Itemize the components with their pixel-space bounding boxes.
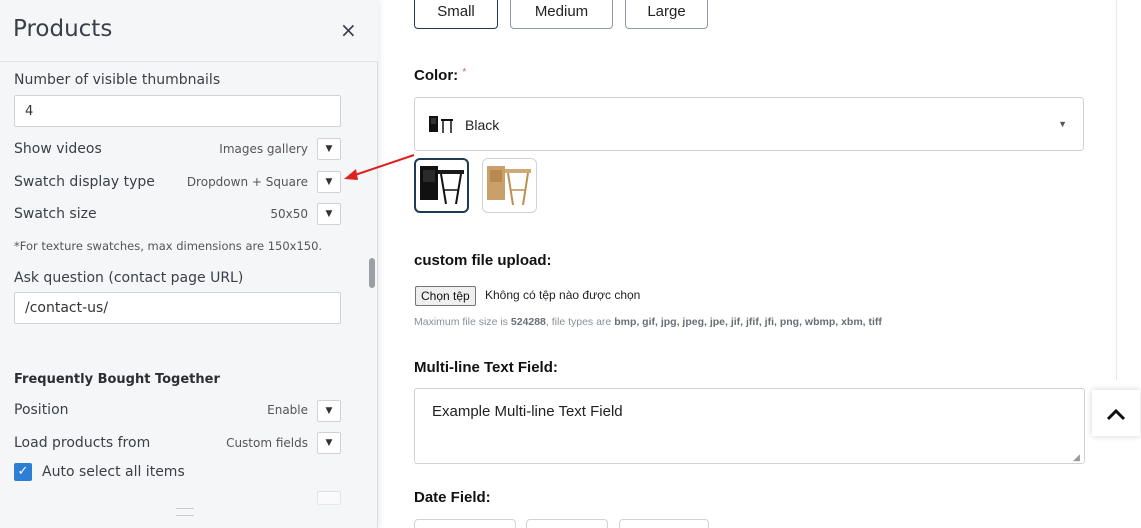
- close-icon[interactable]: ×: [340, 18, 357, 42]
- file-note-middle: , file types are: [545, 316, 615, 328]
- date-day-select[interactable]: [526, 519, 608, 528]
- date-field-label: Date Field:: [414, 489, 491, 506]
- size-option-small[interactable]: Small: [414, 0, 498, 29]
- swatch-type-dropdown[interactable]: ▼: [317, 171, 341, 193]
- color-select[interactable]: Black ▼: [414, 97, 1084, 151]
- position-dropdown[interactable]: ▼: [317, 400, 341, 422]
- ask-question-label: Ask question (contact page URL): [14, 270, 244, 286]
- swatch-size-value: 50x50: [270, 207, 308, 221]
- file-note-prefix: Maximum file size is: [414, 316, 511, 328]
- ask-question-input[interactable]: /contact-us/: [14, 292, 341, 324]
- file-types: bmp, gif, jpg, jpeg, jpe, jif, jfif, jfi…: [614, 316, 882, 328]
- swatch-natural[interactable]: [482, 158, 537, 213]
- color-label-text: Color:: [414, 67, 459, 84]
- date-year-select[interactable]: [619, 519, 709, 528]
- fbt-heading: Frequently Bought Together: [14, 372, 220, 387]
- file-status: Không có tệp nào được chọn: [485, 288, 641, 302]
- show-videos-value: Images gallery: [219, 142, 308, 156]
- swatch-type-label: Swatch display type: [14, 174, 155, 190]
- swatch-size-dropdown[interactable]: ▼: [317, 203, 341, 225]
- color-value: Black: [465, 117, 500, 133]
- drag-handle[interactable]: [176, 508, 194, 516]
- load-from-label: Load products from: [14, 435, 151, 451]
- swatch-note: *For texture swatches, max dimensions ar…: [14, 239, 323, 253]
- swatch-black[interactable]: [414, 158, 469, 213]
- chevron-up-icon: [1106, 409, 1126, 421]
- swatch-type-value: Dropdown + Square: [186, 175, 308, 189]
- auto-select-label: Auto select all items: [42, 464, 185, 480]
- required-mark: *: [462, 67, 467, 78]
- panel-header: Products ×: [0, 0, 378, 62]
- check-icon: ✓: [17, 464, 29, 479]
- chevron-down-icon: ▼: [325, 144, 333, 154]
- date-month-select[interactable]: [414, 519, 516, 528]
- chevron-down-icon: ▼: [325, 406, 333, 416]
- color-label: Color: *: [414, 67, 466, 84]
- chevron-down-icon: ▼: [325, 177, 333, 187]
- size-option-large[interactable]: Large: [625, 0, 708, 29]
- load-from-dropdown[interactable]: ▼: [317, 432, 341, 454]
- position-label: Position: [14, 402, 69, 418]
- thumbnails-input[interactable]: 4: [14, 95, 341, 127]
- scroll-top-button[interactable]: [1092, 390, 1140, 436]
- thumbnails-label: Number of visible thumbnails: [14, 72, 221, 88]
- chevron-down-icon: ▼: [325, 209, 333, 219]
- resize-grip-icon[interactable]: ◢: [1073, 452, 1080, 463]
- chevron-down-icon: ▼: [1058, 119, 1067, 129]
- natural-table-image: [487, 166, 531, 206]
- choose-file-button[interactable]: Chọn tệp: [415, 286, 476, 306]
- auto-select-checkbox[interactable]: ✓: [14, 463, 32, 481]
- black-table-image: [420, 166, 464, 205]
- show-videos-label: Show videos: [14, 141, 102, 157]
- panel-body: Number of visible thumbnails 4 Show vide…: [0, 63, 366, 523]
- load-from-value: Custom fields: [226, 436, 308, 450]
- content-divider: [1116, 0, 1117, 380]
- chevron-down-icon: ▼: [325, 438, 333, 448]
- black-swatch-thumbnail: [429, 116, 453, 133]
- file-max-size: 524288: [510, 316, 546, 328]
- file-upload-note: Maximum file size is 524288, file types …: [414, 316, 882, 328]
- size-option-medium[interactable]: Medium: [510, 0, 613, 29]
- position-value: Enable: [267, 403, 308, 417]
- multiline-textarea[interactable]: Example Multi-line Text Field: [414, 388, 1085, 464]
- swatch-size-label: Swatch size: [14, 206, 97, 222]
- panel-scrollbar-thumb[interactable]: [369, 258, 375, 288]
- multiline-label: Multi-line Text Field:: [414, 359, 558, 376]
- show-videos-dropdown[interactable]: ▼: [317, 138, 341, 160]
- panel-title: Products: [13, 16, 113, 42]
- file-upload-label: custom file upload:: [414, 252, 552, 269]
- settings-panel: Products × Number of visible thumbnails …: [0, 0, 378, 528]
